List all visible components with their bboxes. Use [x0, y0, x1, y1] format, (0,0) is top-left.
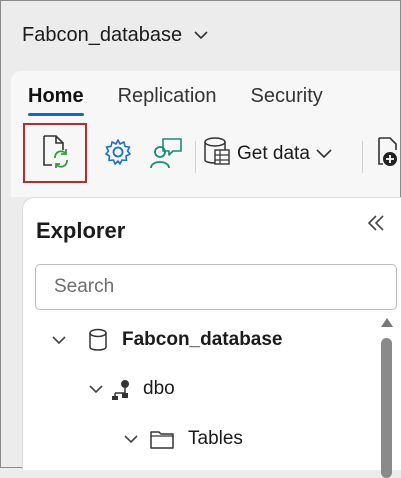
database-title: Fabcon_database [22, 24, 183, 46]
database-icon [203, 136, 231, 172]
scrollbar[interactable] [381, 318, 393, 478]
tab-home[interactable]: Home [28, 85, 84, 116]
database-icon [88, 328, 108, 352]
title-bar: Fabcon_database [1, 1, 400, 71]
tree-item-folder[interactable]: Tables [124, 428, 243, 450]
tab-replication[interactable]: Replication [118, 85, 217, 114]
person-feedback-icon [149, 135, 183, 174]
toolbar-divider [362, 141, 363, 173]
toolbar-divider [195, 141, 196, 173]
collapse-panel-icon[interactable] [367, 212, 385, 238]
get-data-label: Get data [237, 143, 310, 164]
refresh-document-icon [39, 134, 71, 173]
chevron-down-icon [124, 431, 138, 447]
ribbon-tabs: Home Replication Security [28, 85, 323, 116]
settings-button[interactable] [101, 137, 135, 171]
database-selector[interactable]: Fabcon_database [22, 24, 208, 47]
scroll-up-arrow-icon[interactable] [381, 318, 393, 327]
tree-item-label: Tables [188, 428, 243, 449]
chevron-down-icon [52, 332, 66, 348]
schema-icon [111, 378, 133, 400]
search-input[interactable] [35, 264, 397, 310]
chevron-down-icon [194, 27, 208, 44]
ribbon: Home Replication Security Get data [11, 71, 400, 197]
refresh-button[interactable] [23, 123, 87, 183]
share-button[interactable] [147, 135, 185, 173]
chevron-down-icon [89, 381, 103, 397]
tab-security[interactable]: Security [251, 85, 323, 114]
folder-icon [150, 429, 174, 449]
tree-item-database[interactable]: Fabcon_database [52, 328, 283, 352]
explorer-title: Explorer [36, 218, 126, 243]
explorer-panel: Explorer Fabcon_database [22, 197, 401, 478]
scroll-thumb[interactable] [381, 338, 392, 478]
chevron-down-icon [316, 143, 332, 165]
new-document-icon [373, 137, 400, 171]
tree-item-schema[interactable]: dbo [89, 378, 175, 400]
tree-item-label: Fabcon_database [122, 329, 283, 350]
tree-item-label: dbo [143, 378, 175, 399]
ribbon-toolbar: Get data [23, 123, 400, 187]
new-item-button[interactable] [373, 137, 400, 171]
gear-icon [103, 137, 133, 172]
get-data-button[interactable]: Get data [203, 135, 332, 173]
